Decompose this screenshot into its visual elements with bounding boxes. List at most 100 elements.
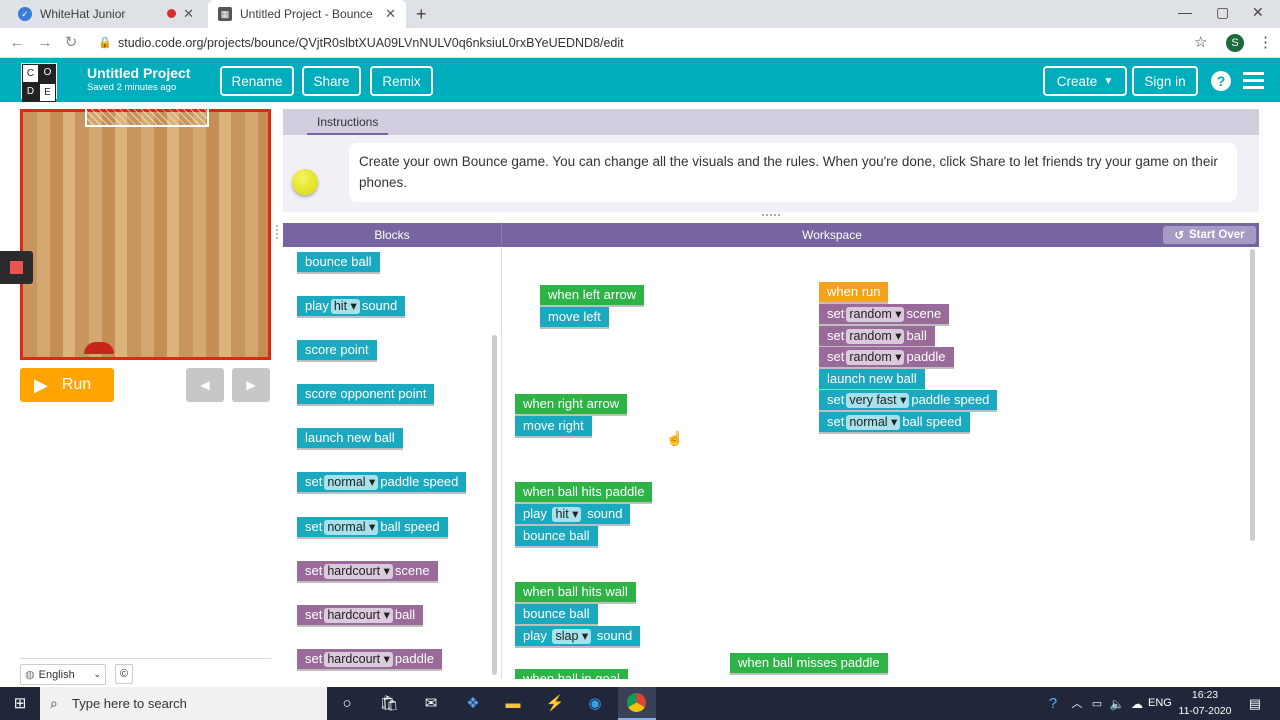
block-dropdown[interactable]: hardcourt ▾ [324,608,393,623]
help-icon[interactable]: ? [1211,71,1231,91]
splitter-handle[interactable] [276,225,279,239]
minimize-icon[interactable]: — [1178,4,1192,20]
volume-icon[interactable]: 🔈 [1106,693,1128,715]
block-dropdown[interactable]: random ▾ [846,307,905,322]
run-step-block[interactable]: set normal ▾ ball speed [819,412,970,432]
block-dropdown[interactable]: random ▾ [846,350,905,366]
create-dropdown-button[interactable]: Create ▼ [1043,66,1127,96]
file-explorer-icon[interactable]: ▬ [502,693,524,715]
workspace-scrollbar[interactable] [1250,249,1255,541]
back-icon[interactable]: ← [8,34,26,52]
when-run-block[interactable]: when run [819,282,889,302]
record-widget[interactable] [0,251,33,284]
chrome-taskbar-item[interactable] [618,687,656,720]
dropbox-icon[interactable]: ❖ [462,693,484,715]
stop-record-icon[interactable] [10,261,23,274]
toolbox-block[interactable]: set hardcourt ▾ scene [297,561,438,581]
share-button[interactable]: Share [302,66,361,96]
sound-dropdown[interactable]: slap ▾ [552,629,592,644]
vscode-icon[interactable]: ⚡ [544,693,566,715]
clock-date[interactable]: 11-07-2020 [1176,705,1234,717]
move-left-block[interactable]: move left [540,307,609,327]
profile-avatar[interactable]: S [1226,34,1244,52]
run-step-block[interactable]: set random ▾ scene [819,304,950,324]
block-dropdown[interactable]: random ▾ [846,328,905,344]
clock-time[interactable]: 16:23 [1180,689,1230,701]
instructions-tab[interactable]: Instructions [307,109,389,135]
remix-button[interactable]: Remix [370,66,433,96]
toolbox-block[interactable]: score opponent point [297,384,435,404]
forward-icon[interactable]: → [36,34,54,52]
block-dropdown[interactable]: normal ▾ [324,475,379,490]
edge-icon[interactable]: ◉ [584,693,606,715]
workspace-canvas[interactable]: when left arrow move left when right arr… [503,247,1260,679]
bounce-ball-block[interactable]: bounce ball [515,526,598,546]
when-left-arrow-block[interactable]: when left arrow [540,285,645,305]
right-arrow-button[interactable]: ▶ [232,368,270,402]
run-step-block[interactable]: launch new ball [819,368,925,389]
when-ball-in-goal-block[interactable]: when ball in goal [515,669,628,679]
toolbox-block[interactable]: play hit ▾ sound [297,296,406,316]
run-step-block[interactable]: set random ▾ ball [819,325,935,346]
close-tab-icon[interactable]: ✕ [183,6,194,22]
recording-icon [167,9,176,18]
browser-tab-whitehat[interactable]: ✓ WhiteHat Junior ✕ [8,0,204,28]
block-dropdown[interactable]: normal ▾ [324,520,379,535]
store-icon[interactable]: 🛍 [378,693,400,715]
block-dropdown[interactable]: very fast ▾ [846,393,910,409]
browser-tab-bounce[interactable]: ▦ Untitled Project - Bounce ✕ [208,0,406,28]
block-dropdown[interactable]: hardcourt ▾ [324,652,393,667]
move-right-block[interactable]: move right [515,416,592,436]
toolbox-block[interactable]: set hardcourt ▾ ball [297,605,424,625]
toolbox-block[interactable]: set hardcourt ▾ paddle [297,649,442,669]
run-step-block[interactable]: set very fast ▾ paddle speed [819,390,998,411]
when-right-arrow-block[interactable]: when right arrow [515,394,628,414]
browser-menu-icon[interactable]: ⋮ [1258,33,1273,51]
run-step-block[interactable]: set random ▾ paddle [819,347,954,368]
block-dropdown[interactable]: hardcourt ▾ [324,564,393,579]
toolbox-block[interactable]: set normal ▾ paddle speed [297,472,467,492]
bounce-ball-block[interactable]: bounce ball [515,604,598,624]
input-language[interactable]: ENG [1148,697,1172,709]
bookmark-star-icon[interactable]: ☆ [1194,33,1207,51]
help-tray-icon[interactable]: ? [1042,693,1064,715]
when-ball-misses-paddle-block[interactable]: when ball misses paddle [730,653,888,673]
play-sound-block[interactable]: play slap ▾ sound [515,626,641,646]
when-ball-hits-wall-block[interactable]: when ball hits wall [515,582,636,602]
toolbox-scrollbar[interactable] [492,335,497,675]
new-tab-icon[interactable]: + [416,4,427,25]
network-icon[interactable]: ☁ [1126,693,1148,715]
block-dropdown[interactable]: hit ▾ [330,299,360,314]
left-arrow-button[interactable]: ◀ [186,368,224,402]
notifications-icon[interactable]: ▤ [1244,693,1266,715]
toolbox-block[interactable]: bounce ball [297,252,380,272]
battery-icon[interactable]: ▭ [1086,693,1108,715]
run-button[interactable]: ▶ Run [20,368,114,402]
block-dropdown[interactable]: normal ▾ [846,415,901,430]
play-sound-block[interactable]: play hit ▾ sound [515,504,631,524]
toolbox-block[interactable]: score point [297,340,377,360]
show-hidden-icons-chevron[interactable]: ︿ [1066,693,1088,715]
when-ball-hits-paddle-block[interactable]: when ball hits paddle [515,482,653,502]
resize-handle[interactable] [762,214,780,218]
rename-button[interactable]: Rename [220,66,294,96]
close-tab-icon[interactable]: ✕ [385,6,396,22]
mail-icon[interactable]: ✉ [420,693,442,715]
windows-start-icon[interactable]: ⊞ [9,693,31,715]
toolbox-block[interactable]: set normal ▾ ball speed [297,517,448,537]
toolbox-block[interactable]: launch new ball [297,428,403,448]
sign-in-button[interactable]: Sign in [1132,66,1198,96]
language-select[interactable]: ◍ English ⌄ [20,664,106,685]
game-canvas[interactable] [20,109,271,360]
maximize-icon[interactable]: ▢ [1216,4,1229,21]
sound-dropdown[interactable]: hit ▾ [552,507,582,522]
start-over-button[interactable]: ↺ Start Over [1163,226,1256,244]
hamburger-menu-icon[interactable] [1243,72,1264,89]
close-window-icon[interactable]: ✕ [1252,4,1264,21]
reload-icon[interactable]: ↻ [62,34,80,52]
url-field[interactable]: 🔒 studio.code.org/projects/bounce/QVjtR0… [92,32,1202,54]
code-logo[interactable]: C O D E [21,63,57,102]
cortana-icon[interactable]: ○ [336,693,358,715]
copyright-button[interactable]: © [115,664,133,684]
taskbar-search-field[interactable]: ⌕ Type here to search [40,687,327,720]
